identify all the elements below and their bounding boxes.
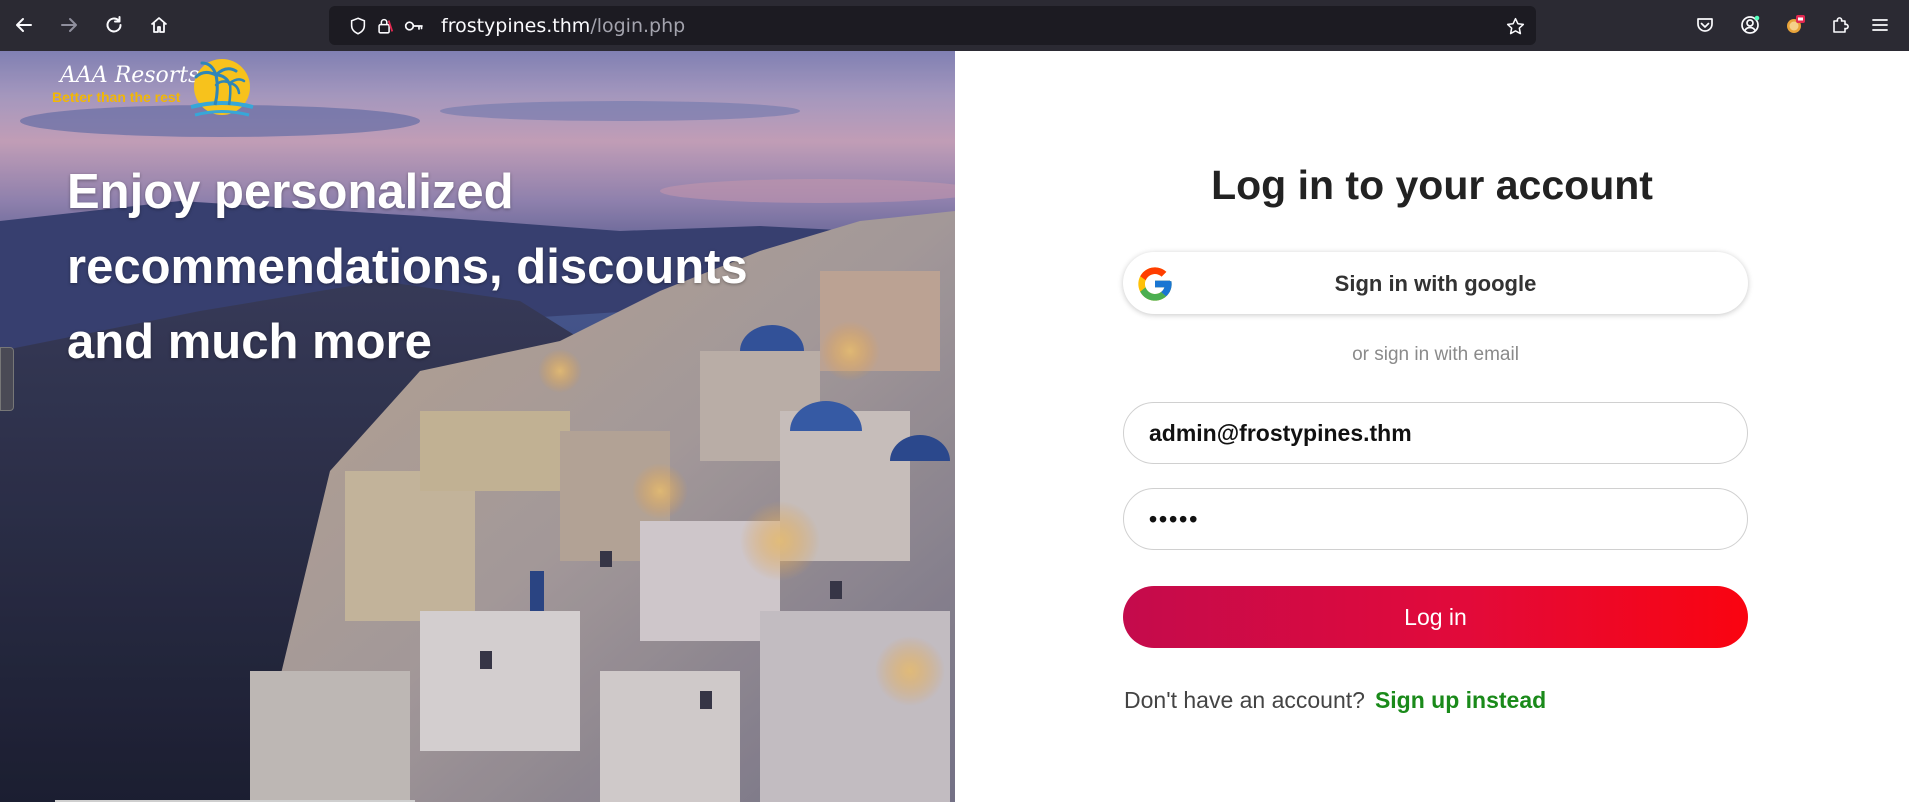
pocket-button[interactable] — [1688, 8, 1722, 42]
password-field[interactable] — [1123, 488, 1748, 550]
puzzle-icon — [1833, 17, 1849, 33]
palm-sun-logo-icon — [190, 59, 254, 117]
reload-button[interactable] — [97, 8, 131, 42]
account-button[interactable] — [1733, 8, 1767, 42]
reload-icon — [106, 16, 122, 33]
hamburger-menu-icon — [1872, 19, 1888, 31]
arrow-right-icon — [61, 18, 77, 32]
lock-warning-icon[interactable] — [374, 15, 396, 37]
url-text[interactable]: frostypines.thm/login.php — [441, 15, 685, 37]
email-field[interactable] — [1123, 402, 1748, 464]
star-icon[interactable] — [1504, 15, 1526, 37]
home-icon — [150, 17, 168, 33]
extension-icon — [1787, 15, 1805, 33]
arrow-left-icon — [16, 18, 32, 32]
address-bar[interactable]: frostypines.thm/login.php — [329, 6, 1536, 45]
browser-toolbar: frostypines.thm/login.php — [0, 0, 1909, 51]
email-divider-text: or sign in with email — [1352, 344, 1519, 365]
pocket-icon — [1697, 18, 1713, 32]
url-path: /login.php — [590, 15, 686, 37]
resort-logo[interactable]: AAA Resorts Better than the rest — [52, 53, 262, 125]
hero-caption: Enjoy personalized recommendations, disc… — [67, 155, 827, 380]
signup-link[interactable]: Sign up instead — [1375, 687, 1546, 713]
hero-caption-line-1: Enjoy personalized — [67, 165, 514, 219]
signup-row: Don't have an account? Sign up instead — [1124, 687, 1546, 714]
account-icon — [1741, 15, 1760, 34]
login-button[interactable]: Log in — [1123, 586, 1748, 648]
key-icon[interactable] — [403, 15, 425, 37]
hero-caption-line-3: and much more — [67, 315, 432, 369]
forward-button[interactable] — [52, 8, 86, 42]
signup-question: Don't have an account? — [1124, 687, 1365, 713]
shield-icon[interactable] — [347, 15, 369, 37]
url-host: frostypines.thm — [441, 15, 591, 37]
sidebar-toggle-handle[interactable] — [0, 347, 14, 411]
google-signin-button[interactable]: Sign in with google — [1123, 252, 1748, 314]
back-button[interactable] — [7, 8, 41, 42]
logo-name: AAA Resorts — [60, 63, 200, 88]
login-title: Log in to your account — [1211, 162, 1653, 208]
app-menu-button[interactable] — [1863, 8, 1897, 42]
hero-caption-line-2: recommendations, discounts — [67, 240, 748, 294]
hero-panel: AAA Resorts Better than the rest Enjoy p… — [0, 51, 955, 802]
google-signin-label: Sign in with google — [1334, 271, 1537, 296]
extension-button[interactable] — [1778, 8, 1812, 42]
home-button[interactable] — [142, 8, 176, 42]
extensions-menu-button[interactable] — [1823, 8, 1857, 42]
login-panel: Log in to your account Sign in with goog… — [955, 51, 1909, 802]
logo-tagline: Better than the rest — [52, 89, 181, 105]
